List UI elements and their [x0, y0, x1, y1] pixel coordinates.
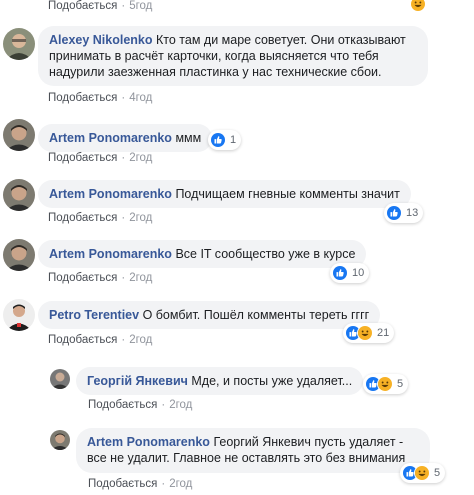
like-link[interactable]: Подобається	[88, 478, 157, 490]
like-link[interactable]: Подобається	[48, 152, 117, 164]
avatar[interactable]	[50, 369, 70, 389]
comment-text: Кто там ди маре советует. Они отказывают	[156, 33, 406, 47]
comment-meta: Подобається · 2год	[48, 152, 153, 164]
comment-bubble: Artem Ponomarenko Подчищаем гневные комм…	[38, 180, 411, 208]
comment-bubble: Artem Ponomarenko Все IT сообщество уже …	[38, 240, 367, 268]
comment-text-line: принимать в расчёт карточки, когда выясн…	[49, 49, 379, 63]
comment-time[interactable]: 2год	[129, 152, 152, 164]
comment-time[interactable]: 2год	[129, 272, 152, 284]
comment-bubble: Artem Ponomarenko ммм	[38, 124, 213, 152]
reaction-summary[interactable]: 21	[343, 323, 395, 343]
like-icon	[210, 132, 226, 148]
like-link[interactable]: Подобається	[48, 272, 117, 284]
reaction-summary[interactable]: 5	[363, 374, 409, 394]
comment-meta-top: Подобається · 5год	[48, 0, 153, 12]
comment-time[interactable]: 2год	[169, 399, 192, 411]
reaction-count: 10	[352, 267, 365, 279]
comment-time[interactable]: 5год	[129, 0, 152, 12]
comment-text: О бомбит. Пошёл комменты тереть гггг	[142, 308, 370, 322]
reply-bubble: Георгій Янкевич Мде, и посты уже удаляет…	[76, 367, 364, 395]
comment-meta: Подобається · 2год	[88, 399, 193, 411]
like-link[interactable]: Подобається	[48, 334, 117, 346]
comment-meta: Подобається · 2год	[88, 478, 193, 490]
comment-author[interactable]: Artem Ponomarenko	[49, 187, 172, 201]
comment-time[interactable]: 2год	[129, 334, 152, 346]
avatar[interactable]	[3, 28, 35, 60]
comment-text: Георгий Янкевич пусть удаляет -	[213, 435, 404, 449]
avatar[interactable]	[3, 119, 35, 151]
reaction-summary-top[interactable]	[408, 0, 431, 14]
like-link[interactable]: Подобається	[88, 399, 157, 411]
comment-meta: Подобається · 2год	[48, 334, 153, 346]
reaction-count: 13	[406, 207, 419, 219]
comment-time[interactable]: 2год	[129, 212, 152, 224]
comment-text: Подчищаем гневные комменты значит	[175, 187, 400, 201]
comment-text-line: все не удалит. Главное не оставлять это …	[87, 451, 406, 465]
reaction-summary[interactable]: 13	[384, 203, 424, 223]
avatar[interactable]	[3, 179, 35, 211]
comment-meta: Подобається · 4год	[48, 92, 153, 104]
avatar[interactable]	[50, 430, 70, 450]
reply-bubble: Artem Ponomarenko Георгий Янкевич пусть …	[76, 428, 430, 473]
comment-bubble: Petro Terentiev О бомбит. Пошёл комменты…	[38, 301, 381, 329]
like-link[interactable]: Подобається	[48, 92, 117, 104]
comment-time[interactable]: 2год	[169, 478, 192, 490]
comment-author[interactable]: Alexey Nikolenko	[49, 33, 153, 47]
comment-text: ммм	[175, 131, 202, 145]
comment-author[interactable]: Artem Ponomarenko	[49, 131, 172, 145]
reaction-summary[interactable]: 5	[400, 463, 446, 483]
comment-meta: Подобається · 2год	[48, 272, 153, 284]
haha-icon	[414, 465, 430, 481]
comment-bubble: Alexey Nikolenko Кто там ди маре советуе…	[38, 26, 428, 86]
like-icon	[386, 205, 402, 221]
reaction-count: 1	[230, 134, 237, 146]
reaction-count: 21	[377, 327, 390, 339]
comment-meta: Подобається · 2год	[48, 212, 153, 224]
haha-icon	[357, 325, 373, 341]
comment-text-line: надурили заезженная пластинка у нас техн…	[49, 65, 382, 79]
like-link[interactable]: Подобається	[48, 212, 117, 224]
reaction-summary[interactable]: 1	[208, 130, 242, 150]
comment-time[interactable]: 4год	[129, 92, 152, 104]
avatar[interactable]	[3, 239, 35, 271]
reaction-count: 5	[397, 378, 404, 390]
like-icon	[332, 265, 348, 281]
comment-text: Все IT сообщество уже в курсе	[175, 247, 356, 261]
comment-author[interactable]: Artem Ponomarenko	[87, 435, 210, 449]
avatar[interactable]	[3, 299, 35, 331]
comment-author[interactable]: Petro Terentiev	[49, 308, 139, 322]
comment-author[interactable]: Георгій Янкевич	[87, 374, 188, 388]
reaction-count: 5	[434, 467, 441, 479]
like-link[interactable]: Подобається	[48, 0, 117, 12]
haha-icon	[377, 376, 393, 392]
reaction-summary[interactable]: 10	[330, 263, 370, 283]
comment-author[interactable]: Artem Ponomarenko	[49, 247, 172, 261]
comment-text: Мде, и посты уже удаляет...	[191, 374, 353, 388]
haha-icon	[410, 0, 426, 12]
